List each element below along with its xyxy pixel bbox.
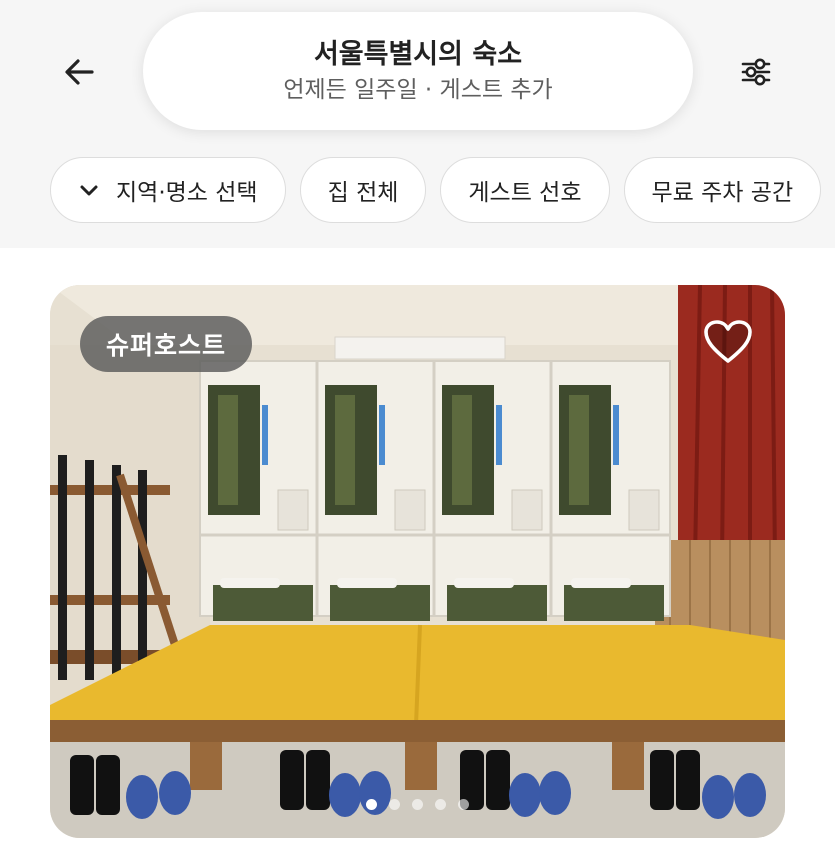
chip-label: 지역·명소 선택	[116, 180, 258, 206]
search-title: 서울특별시의 숙소	[313, 39, 523, 70]
search-summary-button[interactable]: 서울특별시의 숙소 언제든 일주일 · 게스트 추가	[143, 12, 693, 130]
chip-region-select[interactable]: 지역·명소 선택	[50, 157, 286, 223]
chip-label: 집 전체	[327, 180, 399, 206]
chevron-down-icon	[78, 179, 100, 201]
chip-guest-favorite[interactable]: 게스트 선호	[440, 157, 610, 223]
back-button[interactable]	[52, 44, 108, 100]
filter-chips: 지역·명소 선택 집 전체 게스트 선호 무료 주차 공간	[50, 157, 835, 223]
sliders-icon	[741, 58, 771, 86]
search-subtitle: 언제든 일주일 · 게스트 추가	[283, 77, 553, 103]
chip-free-parking[interactable]: 무료 주차 공간	[623, 157, 822, 223]
carousel-dot[interactable]	[458, 799, 469, 810]
superhost-badge: 슈퍼호스트	[80, 316, 253, 372]
carousel-dot[interactable]	[366, 799, 377, 810]
arrow-left-icon	[65, 59, 94, 85]
carousel-dot[interactable]	[435, 799, 446, 810]
carousel-dot[interactable]	[412, 799, 423, 810]
wishlist-button[interactable]	[700, 314, 756, 370]
chip-label: 게스트 선호	[468, 180, 582, 206]
carousel-dot[interactable]	[389, 799, 400, 810]
carousel-dots	[366, 799, 469, 811]
filter-button[interactable]	[728, 44, 784, 100]
chip-label: 무료 주차 공간	[651, 180, 794, 206]
heart-outline-icon	[704, 320, 752, 363]
chip-entire-home[interactable]: 집 전체	[299, 157, 427, 223]
